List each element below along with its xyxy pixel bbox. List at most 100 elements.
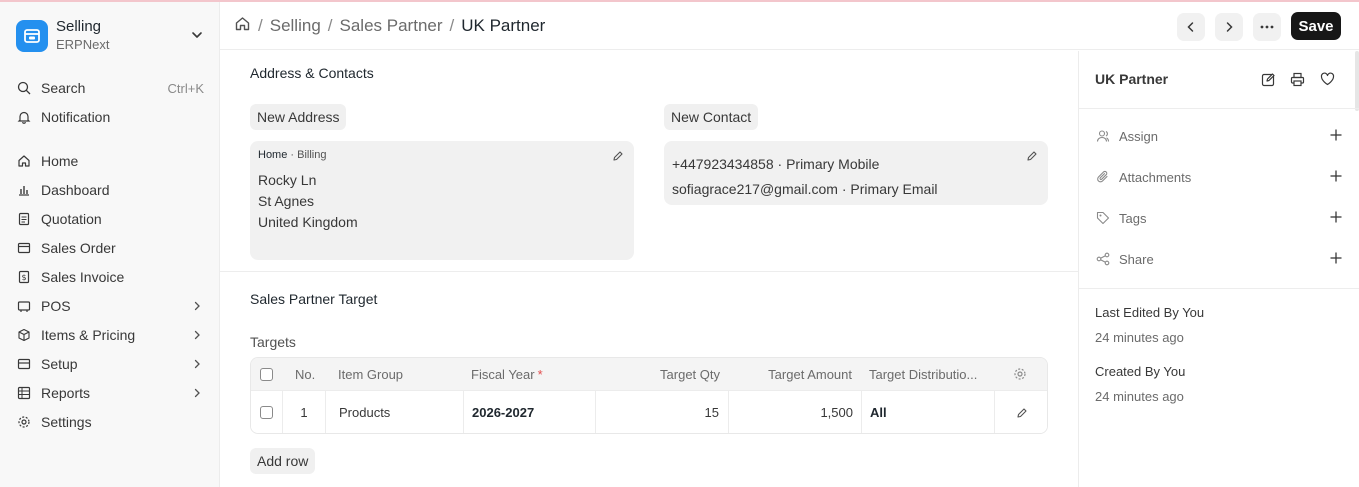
document-icon [16, 211, 32, 227]
bell-icon [16, 109, 32, 125]
new-contact-button[interactable]: New Contact [664, 104, 759, 130]
sidebar-search[interactable]: Search Ctrl+K [16, 76, 204, 100]
sidebar: Selling ERPNext Search Ctrl+K Notificati… [0, 2, 220, 487]
sidebar-notification-label: Notification [41, 109, 111, 125]
contact-email-label: Primary Email [850, 181, 938, 197]
breadcrumb-separator: / [258, 16, 263, 35]
heart-icon[interactable] [1318, 70, 1336, 88]
panel-divider [1079, 288, 1359, 289]
sidebar-item-label: Dashboard [41, 182, 110, 198]
add-row-button[interactable]: Add row [250, 448, 316, 474]
contact-phone-label: Primary Mobile [786, 156, 880, 172]
column-fiscal-year: Fiscal Year * [471, 358, 543, 390]
contact-phone-line: +447923434858 · Primary Mobile [672, 156, 880, 172]
row-checkbox[interactable] [251, 391, 282, 433]
print-icon[interactable] [1288, 70, 1306, 88]
address-line: Rocky Ln [258, 172, 317, 188]
sidebar-item-quotation[interactable]: Quotation [16, 207, 204, 231]
address-type: Billing [297, 149, 327, 161]
row-item-group[interactable]: Products [325, 391, 463, 433]
tags-row[interactable]: Tags [1095, 208, 1343, 228]
section-address-contacts-title: Address & Contacts [250, 65, 374, 81]
svg-text:$: $ [21, 273, 26, 282]
sidebar-item-home[interactable]: Home [16, 149, 204, 173]
table-icon [16, 385, 32, 401]
pos-icon [16, 298, 32, 314]
address-card-header: Home · Billing [258, 149, 327, 161]
save-button[interactable]: Save [1291, 12, 1341, 40]
sidebar-item-label: Reports [41, 385, 91, 401]
assign-row[interactable]: Assign [1095, 126, 1343, 146]
search-shortcut: Ctrl+K [167, 80, 204, 96]
sidebar-item-reports[interactable]: Reports [16, 381, 204, 405]
column-settings-icon[interactable] [1013, 358, 1027, 390]
add-assign-icon[interactable] [1329, 128, 1343, 145]
app-name: Selling [56, 18, 102, 35]
sidebar-item-sales-invoice[interactable]: $ Sales Invoice [16, 265, 204, 289]
sidebar-item-items-pricing[interactable]: Items & Pricing [16, 323, 204, 347]
attachments-label: Attachments [1119, 169, 1192, 185]
user-icon [1095, 128, 1111, 144]
new-address-button[interactable]: New Address [250, 104, 347, 130]
search-icon [16, 80, 32, 96]
table-row[interactable]: 1 Products 2026-2027 15 1,500 All [251, 390, 1047, 433]
row-edit-icon[interactable] [994, 391, 1047, 433]
edit-icon[interactable] [1259, 70, 1277, 88]
app-switcher[interactable]: Selling ERPNext [16, 16, 204, 56]
created-time: 24 minutes ago [1095, 389, 1184, 404]
tag-icon [1095, 210, 1111, 226]
share-label: Share [1119, 251, 1154, 267]
sidebar-item-label: Sales Invoice [41, 269, 125, 285]
previous-button[interactable] [1177, 13, 1205, 41]
sidebar-item-setup[interactable]: Setup [16, 352, 204, 376]
attachments-row[interactable]: Attachments [1095, 167, 1343, 187]
share-row[interactable]: Share [1095, 249, 1343, 269]
box-icon [16, 327, 32, 343]
edit-address-icon[interactable] [612, 149, 624, 165]
ellipsis-icon [1260, 25, 1274, 29]
sidebar-item-sales-order[interactable]: Sales Order [16, 236, 204, 260]
address-line: St Agnes [258, 193, 315, 209]
sidebar-item-pos[interactable]: POS [16, 294, 204, 318]
last-edited-by: Last Edited By You [1095, 305, 1205, 320]
breadcrumb-selling[interactable]: Selling [270, 16, 321, 36]
targets-table: No. Item Group Fiscal Year * Target Qty T… [250, 357, 1048, 434]
sidebar-item-label: Home [41, 153, 79, 169]
section-divider [220, 271, 1078, 272]
app-logo-icon [16, 20, 48, 52]
row-target-qty[interactable]: 15 [595, 391, 728, 433]
tags-label: Tags [1119, 210, 1147, 226]
add-share-icon[interactable] [1329, 251, 1343, 268]
chevron-right-icon [192, 298, 202, 314]
breadcrumb-current: UK Partner [461, 16, 546, 35]
breadcrumb-sales-partner[interactable]: Sales Partner [340, 16, 443, 36]
sidebar-notification[interactable]: Notification [16, 105, 204, 129]
row-target-distribution[interactable]: All [861, 391, 994, 433]
row-target-amount[interactable]: 1,500 [728, 391, 861, 433]
address-card: Home · Billing Rocky Ln St Agnes United … [250, 141, 634, 260]
select-all-checkbox[interactable] [260, 358, 273, 390]
more-actions-button[interactable] [1253, 13, 1281, 41]
edit-contact-icon[interactable] [1026, 149, 1038, 165]
chevron-down-icon [190, 28, 204, 45]
sidebar-item-settings[interactable]: Settings [16, 410, 204, 434]
last-edited-time: 24 minutes ago [1095, 330, 1184, 345]
scrollbar[interactable] [1355, 51, 1359, 111]
setup-icon [16, 356, 32, 372]
column-target-distribution: Target Distributio... [869, 366, 978, 382]
add-tag-icon[interactable] [1329, 210, 1343, 227]
sidebar-item-dashboard[interactable]: Dashboard [16, 178, 204, 202]
row-fiscal-year[interactable]: 2026-2027 [463, 391, 595, 433]
home-icon [16, 153, 32, 169]
add-attachment-icon[interactable] [1329, 169, 1343, 186]
chevron-right-icon [192, 327, 202, 343]
targets-table-label: Targets [250, 334, 296, 350]
home-icon[interactable] [234, 15, 251, 37]
section-target-title: Sales Partner Target [250, 291, 378, 307]
next-button[interactable] [1215, 13, 1243, 41]
dashboard-icon [16, 182, 32, 198]
main-form: Address & Contacts New Address New Conta… [220, 51, 1078, 487]
breadcrumb-separator: / [327, 16, 333, 35]
chevron-right-icon [1226, 22, 1233, 32]
created-by: Created By You [1095, 364, 1186, 379]
